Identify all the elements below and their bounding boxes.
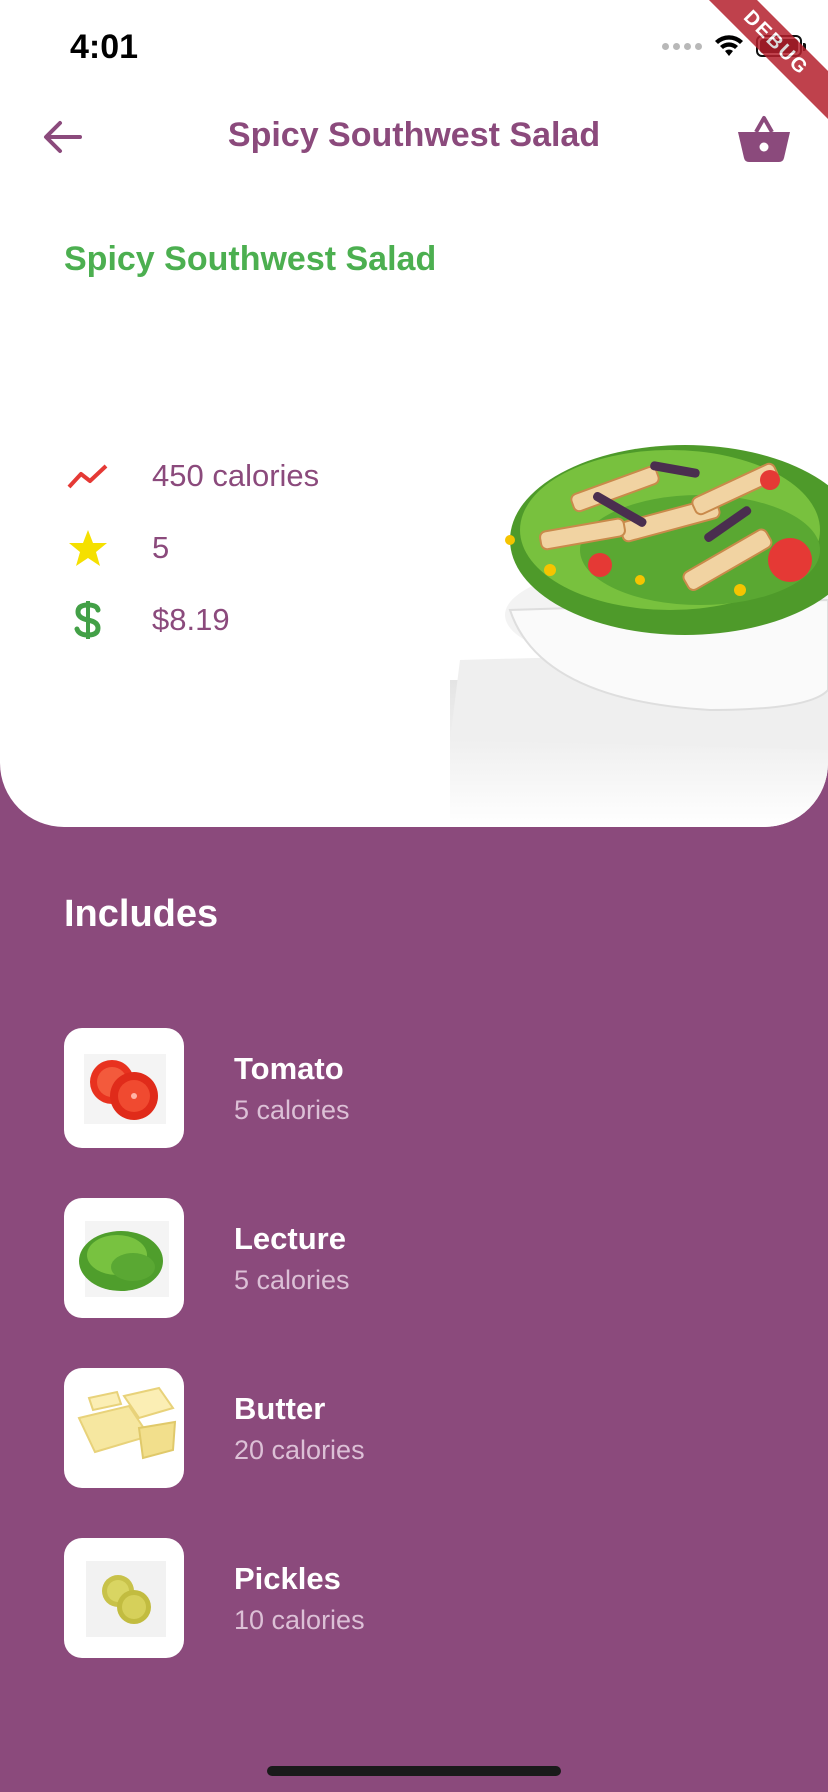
stat-rating: 5 (64, 512, 319, 584)
product-stats: 450 calories 5 $8.19 (64, 440, 319, 656)
stat-price: $8.19 (64, 584, 319, 656)
ingredient-name: Butter (234, 1390, 326, 1426)
rating-text: 5 (152, 530, 170, 565)
butter-icon (64, 1368, 184, 1488)
includes-title: Includes (64, 893, 219, 935)
basket-icon[interactable] (734, 108, 794, 168)
dollar-icon (64, 596, 112, 644)
ingredient-item-tomato[interactable]: Tomato 5 calories (64, 1028, 764, 1148)
home-indicator[interactable] (267, 1766, 561, 1776)
signal-icon (662, 42, 702, 50)
ingredient-calories: 5 calories (234, 1094, 350, 1125)
status-time: 4:01 (70, 28, 139, 66)
trending-up-icon (64, 452, 112, 500)
salad-image (450, 445, 828, 827)
price-text: $8.19 (152, 602, 230, 637)
ingredient-item-lettuce[interactable]: Lecture 5 calories (64, 1198, 764, 1318)
tomato-icon (64, 1028, 184, 1148)
lettuce-icon (64, 1198, 184, 1318)
ingredient-calories: 20 calories (234, 1434, 365, 1465)
ingredient-item-pickles[interactable]: Pickles 10 calories (64, 1538, 764, 1658)
calories-text: 450 calories (152, 458, 320, 493)
page-title: Spicy Southwest Salad (227, 116, 601, 154)
wifi-icon (715, 35, 743, 56)
stat-calories: 450 calories (64, 440, 319, 512)
ingredient-name: Pickles (234, 1560, 341, 1596)
ingredient-name: Tomato (234, 1050, 344, 1086)
ingredient-name: Lecture (234, 1220, 346, 1256)
app-bar: Spicy Southwest Salad (0, 100, 828, 170)
product-name: Spicy Southwest Salad (64, 240, 437, 278)
star-icon (64, 524, 112, 572)
pickles-icon (64, 1538, 184, 1658)
ingredient-list: Tomato 5 calories Lecture 5 calories But… (64, 1028, 764, 1708)
ingredient-calories: 10 calories (234, 1604, 365, 1635)
ingredient-calories: 5 calories (234, 1264, 350, 1295)
product-header-card: 4:01 DEBUG Spicy Southwest Salad Spicy S… (0, 0, 828, 827)
ingredient-item-butter[interactable]: Butter 20 calories (64, 1368, 764, 1488)
